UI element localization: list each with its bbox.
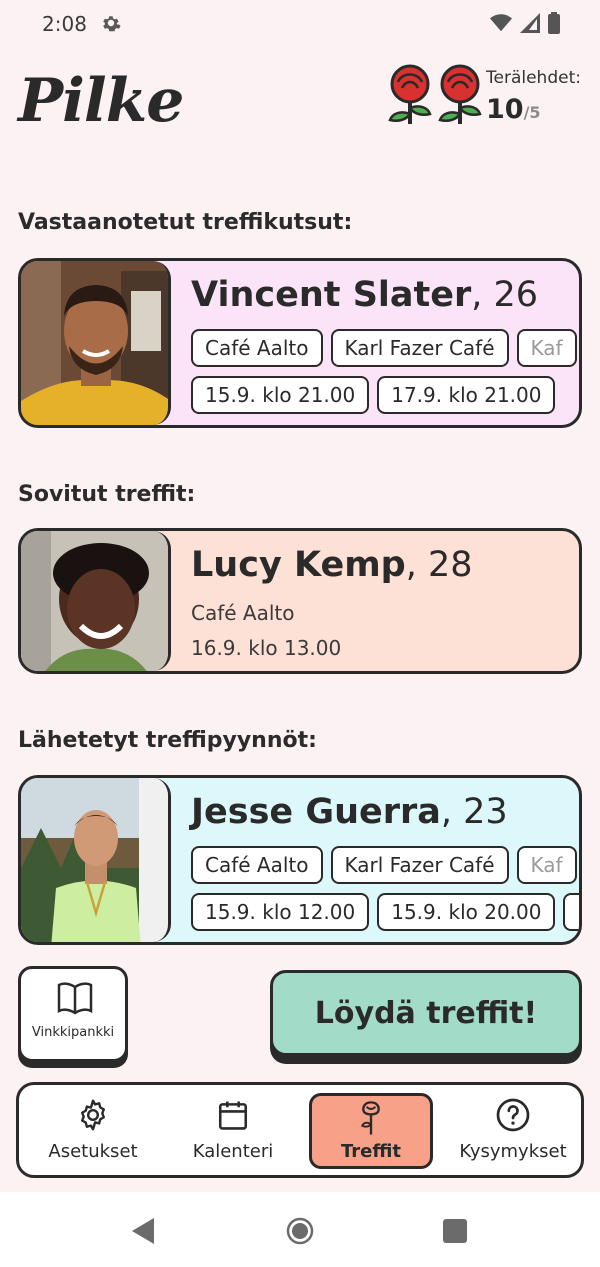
system-nav-bar [0, 1192, 600, 1267]
time-options: 15.9. klo 12.00 15.9. klo 20.00 [191, 893, 579, 931]
book-icon [57, 982, 93, 1015]
question-icon [496, 1098, 530, 1132]
nav-item-settings[interactable]: Asetukset [31, 1093, 155, 1169]
nav-label: Asetukset [48, 1141, 138, 1162]
back-icon[interactable] [132, 1218, 156, 1244]
date-time: 16.9. klo 13.00 [191, 636, 342, 660]
time-chip[interactable]: 17.9. klo 21.00 [377, 376, 556, 414]
find-dates-button[interactable]: Löydä treffit! [270, 970, 582, 1056]
place-chip[interactable]: Kaf [516, 846, 577, 884]
nav-label: Treffit [340, 1141, 402, 1162]
time-chip[interactable]: 15.9. klo 12.00 [191, 893, 370, 931]
gear-icon [81, 1099, 105, 1131]
wifi-icon [490, 14, 512, 32]
place-chip[interactable]: Karl Fazer Café [330, 329, 509, 367]
rose-icon [360, 1101, 380, 1135]
nav-item-questions[interactable]: Kysymykset [451, 1093, 575, 1169]
person-name: Lucy Kemp, 28 [191, 545, 473, 585]
place-options: Café Aalto Karl Fazer Café Kaf [191, 846, 577, 884]
place-options: Café Aalto Karl Fazer Café Kaf [191, 329, 577, 367]
person-name: Vincent Slater, 26 [191, 275, 539, 315]
time-chip-partial[interactable] [563, 893, 579, 931]
petals-counter: 10/5 [486, 94, 541, 125]
home-icon[interactable] [286, 1217, 314, 1245]
received-invite-card[interactable]: Vincent Slater, 26 Café Aalto Karl Fazer… [18, 258, 582, 428]
nav-item-calendar[interactable]: Kalenteri [171, 1093, 295, 1169]
recents-icon[interactable] [443, 1219, 467, 1243]
section-title-received: Vastaanotetut treffikutsut: [18, 210, 353, 235]
place-chip[interactable]: Kaf [516, 329, 577, 367]
signal-icon [520, 13, 540, 33]
profile-photo [21, 531, 171, 671]
agreed-date-card[interactable]: Lucy Kemp, 28 Café Aalto 16.9. klo 13.00 [18, 528, 582, 674]
tips-bank-label: Vinkkipankki [31, 1025, 115, 1040]
status-bar: 2:08 [0, 0, 600, 50]
petals-value: 10 [486, 94, 524, 125]
tips-bank-button[interactable]: Vinkkipankki [18, 966, 128, 1062]
bottom-nav: Asetukset Kalenteri Treffit Kysymykset [16, 1082, 584, 1178]
petals-max: /5 [523, 103, 541, 122]
calendar-icon [218, 1101, 248, 1130]
status-time: 2:08 [42, 12, 87, 36]
nav-item-dates[interactable]: Treffit [309, 1093, 433, 1169]
status-icons [490, 12, 560, 34]
date-place: Café Aalto [191, 601, 295, 625]
rose-icon [438, 64, 482, 124]
place-chip[interactable]: Café Aalto [191, 846, 323, 884]
time-chip[interactable]: 15.9. klo 21.00 [191, 376, 370, 414]
battery-icon [548, 12, 560, 34]
section-title-sent: Lähetetyt treffipyynnöt: [18, 728, 317, 753]
nav-label: Kalenteri [192, 1141, 274, 1162]
nav-label: Kysymykset [459, 1141, 567, 1162]
place-chip[interactable]: Café Aalto [191, 329, 323, 367]
settings-gear-icon [103, 16, 121, 32]
petals-roses [386, 64, 484, 126]
time-chip[interactable]: 15.9. klo 20.00 [377, 893, 556, 931]
section-title-agreed: Sovitut treffit: [18, 482, 196, 507]
time-options: 15.9. klo 21.00 17.9. klo 21.00 [191, 376, 556, 414]
place-chip[interactable]: Karl Fazer Café [330, 846, 509, 884]
sent-request-card[interactable]: Jesse Guerra, 23 Café Aalto Karl Fazer C… [18, 775, 582, 945]
profile-photo [21, 778, 171, 942]
rose-icon [388, 64, 432, 124]
app-logo: Pilke [18, 66, 184, 136]
profile-photo [21, 261, 171, 425]
person-name: Jesse Guerra, 23 [191, 792, 508, 832]
petals-label: Terälehdet: [486, 68, 581, 88]
